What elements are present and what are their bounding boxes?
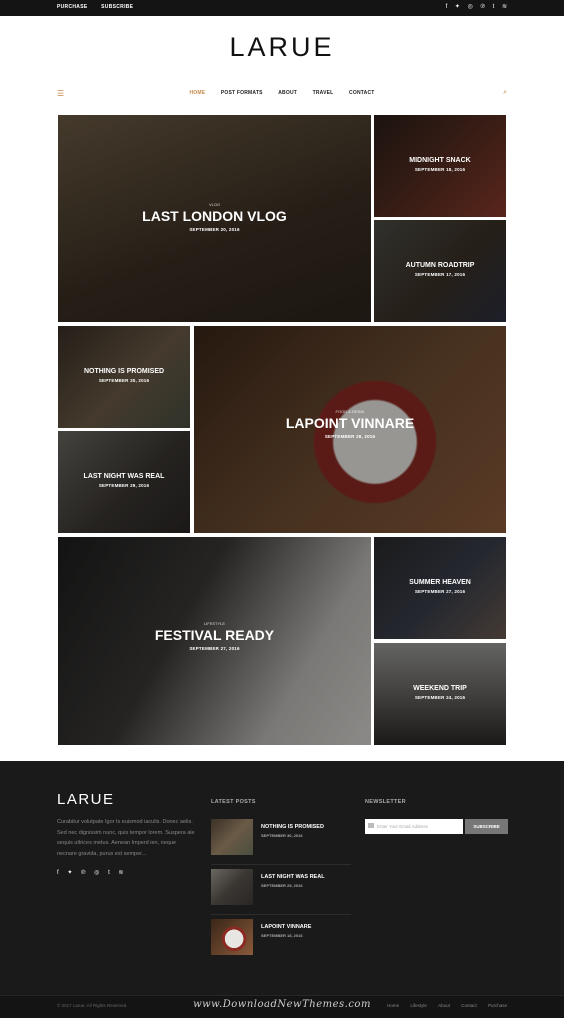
post-title[interactable]: LAST NIGHT WAS REAL — [58, 473, 190, 480]
nav-item-about[interactable]: ABOUT — [278, 90, 297, 96]
post-thumbnail[interactable] — [211, 819, 253, 855]
subscribe-button[interactable]: SUBSCRIBE — [465, 819, 508, 834]
latest-posts-heading: LATEST POSTS — [211, 799, 256, 805]
pinterest-icon[interactable]: ℗ — [81, 870, 85, 876]
nav-item-contact[interactable]: CONTACT — [349, 90, 374, 96]
tumblr-icon[interactable]: t — [493, 4, 495, 10]
post-title[interactable]: NOTHING IS PROMISED — [58, 368, 190, 375]
post-tile-nothing-is-promised[interactable]: NOTHING IS PROMISED SEPTEMBER 30, 2016 — [58, 326, 190, 428]
bottom-bar: © 2017 Larue. All Rights Reserved. www.D… — [0, 995, 564, 1018]
footer-link-purchase[interactable]: Purchase — [488, 1003, 507, 1008]
footer-link-lifestyle[interactable]: Lifestyle — [410, 1003, 427, 1008]
post-title[interactable]: LAPOINT VINNARE — [261, 924, 311, 930]
post-title[interactable]: NOTHING IS PROMISED — [261, 824, 324, 830]
footer-link-home[interactable]: Home — [387, 1003, 399, 1008]
instagram-icon[interactable]: ◎ — [94, 870, 99, 876]
post-title[interactable]: MIDNIGHT SNACK — [374, 157, 506, 164]
post-tile-summer-heaven[interactable]: SUMMER HEAVEN SEPTEMBER 27, 2016 — [374, 537, 506, 639]
nav-item-travel[interactable]: TRAVEL — [313, 90, 334, 96]
post-date: SEPTEMBER 29, 2016 — [98, 483, 150, 488]
post-title[interactable]: LAST LONDON VLOG — [58, 208, 371, 224]
post-date: SEPTEMBER 24, 2016 — [414, 695, 466, 700]
pinterest-icon[interactable]: ℗ — [481, 4, 485, 10]
twitter-icon[interactable]: ✦ — [455, 4, 460, 10]
post-date: SEPTEMBER 18, 2016 — [261, 933, 303, 938]
post-tile-autumn-roadtrip[interactable]: AUTUMN ROADTRIP SEPTEMBER 17, 2016 — [374, 220, 506, 322]
footer-link-about[interactable]: About — [438, 1003, 450, 1008]
post-tile-lapoint-vinnare[interactable]: FOOD & DRINK LAPOINT VINNARE SEPTEMBER 2… — [194, 326, 506, 533]
main-nav: ☰ HOME POST FORMATS ABOUT TRAVEL CONTACT… — [0, 89, 564, 99]
post-category: LIFESTYLE — [203, 621, 226, 626]
purchase-link[interactable]: PURCHASE — [57, 4, 87, 10]
post-date: SEPTEMBER 30, 2016 — [261, 833, 303, 838]
footer-link-contact[interactable]: Contact — [461, 1003, 477, 1008]
footer-about-text: Curabitur volutpate Igor Is euismod iacu… — [57, 819, 195, 857]
latest-post-item[interactable]: NOTHING IS PROMISED SEPTEMBER 30, 2016 — [211, 819, 351, 865]
footer-social: f ✦ ℗ ◎ t ≋ — [57, 869, 130, 876]
footer-links: Home Lifestyle About Contact Purchase — [377, 1003, 507, 1008]
post-date: SEPTEMBER 17, 2016 — [414, 272, 466, 277]
site-logo[interactable]: LARUE — [0, 32, 564, 63]
post-date: SEPTEMBER 29, 2016 — [261, 883, 303, 888]
post-date: SEPTEMBER 27, 2016 — [414, 589, 466, 594]
subscribe-link[interactable]: SUBSCRIBE — [101, 4, 133, 10]
post-tile-last-night-was-real[interactable]: LAST NIGHT WAS REAL SEPTEMBER 29, 2016 — [58, 431, 190, 533]
post-tile-festival-ready[interactable]: LIFESTYLE FESTIVAL READY SEPTEMBER 27, 2… — [58, 537, 371, 745]
post-date: SEPTEMBER 20, 2016 — [189, 227, 240, 232]
top-links: PURCHASE SUBSCRIBE — [57, 4, 145, 10]
latest-post-item[interactable]: LAPOINT VINNARE SEPTEMBER 18, 2016 — [211, 919, 351, 965]
facebook-icon[interactable]: f — [57, 870, 59, 876]
latest-post-item[interactable]: LAST NIGHT WAS REAL SEPTEMBER 29, 2016 — [211, 869, 351, 915]
rss-icon[interactable]: ≋ — [118, 870, 123, 876]
post-thumbnail[interactable] — [211, 869, 253, 905]
post-category: VLOG — [208, 202, 221, 207]
post-tile-weekend-trip[interactable]: WEEKEND TRIP SEPTEMBER 24, 2016 — [374, 643, 506, 745]
post-title[interactable]: WEEKEND TRIP — [374, 685, 506, 692]
post-date: SEPTEMBER 30, 2016 — [98, 378, 150, 383]
footer-logo[interactable]: LARUE — [57, 791, 115, 808]
search-icon[interactable]: ⌕ — [503, 89, 507, 97]
twitter-icon[interactable]: ✦ — [67, 870, 72, 876]
post-tile-midnight-snack[interactable]: MIDNIGHT SNACK SEPTEMBER 18, 2016 — [374, 115, 506, 217]
top-social: f ✦ ◎ ℗ t ≋ — [440, 3, 507, 10]
post-category: FOOD & DRINK — [335, 409, 365, 414]
newsletter-heading: NEWSLETTER — [365, 799, 406, 805]
post-title[interactable]: LAPOINT VINNARE — [194, 415, 506, 431]
nav-item-post-formats[interactable]: POST FORMATS — [221, 90, 263, 96]
nav-item-home[interactable]: HOME — [189, 90, 205, 96]
rss-icon[interactable]: ≋ — [502, 4, 507, 10]
post-thumbnail[interactable] — [211, 919, 253, 955]
instagram-icon[interactable]: ◎ — [468, 4, 473, 10]
mail-icon — [368, 823, 374, 828]
top-bar: PURCHASE SUBSCRIBE f ✦ ◎ ℗ t ≋ — [0, 0, 564, 16]
newsletter-email-input[interactable]: Enter Your Email Address — [365, 819, 463, 834]
post-date: SEPTEMBER 28, 2016 — [324, 434, 376, 439]
post-title[interactable]: LAST NIGHT WAS REAL — [261, 874, 325, 880]
site-footer: LARUE Curabitur volutpate Igor Is euismo… — [0, 761, 564, 1018]
post-date: SEPTEMBER 18, 2016 — [414, 167, 466, 172]
post-tile-last-london-vlog[interactable]: VLOG LAST LONDON VLOG SEPTEMBER 20, 2016 — [58, 115, 371, 322]
tumblr-icon[interactable]: t — [108, 870, 110, 876]
post-title[interactable]: AUTUMN ROADTRIP — [374, 262, 506, 269]
post-title[interactable]: FESTIVAL READY — [58, 627, 371, 643]
facebook-icon[interactable]: f — [446, 4, 448, 10]
post-date: SEPTEMBER 27, 2016 — [189, 646, 240, 651]
post-title[interactable]: SUMMER HEAVEN — [374, 579, 506, 586]
nav-menu: HOME POST FORMATS ABOUT TRAVEL CONTACT — [0, 90, 564, 96]
